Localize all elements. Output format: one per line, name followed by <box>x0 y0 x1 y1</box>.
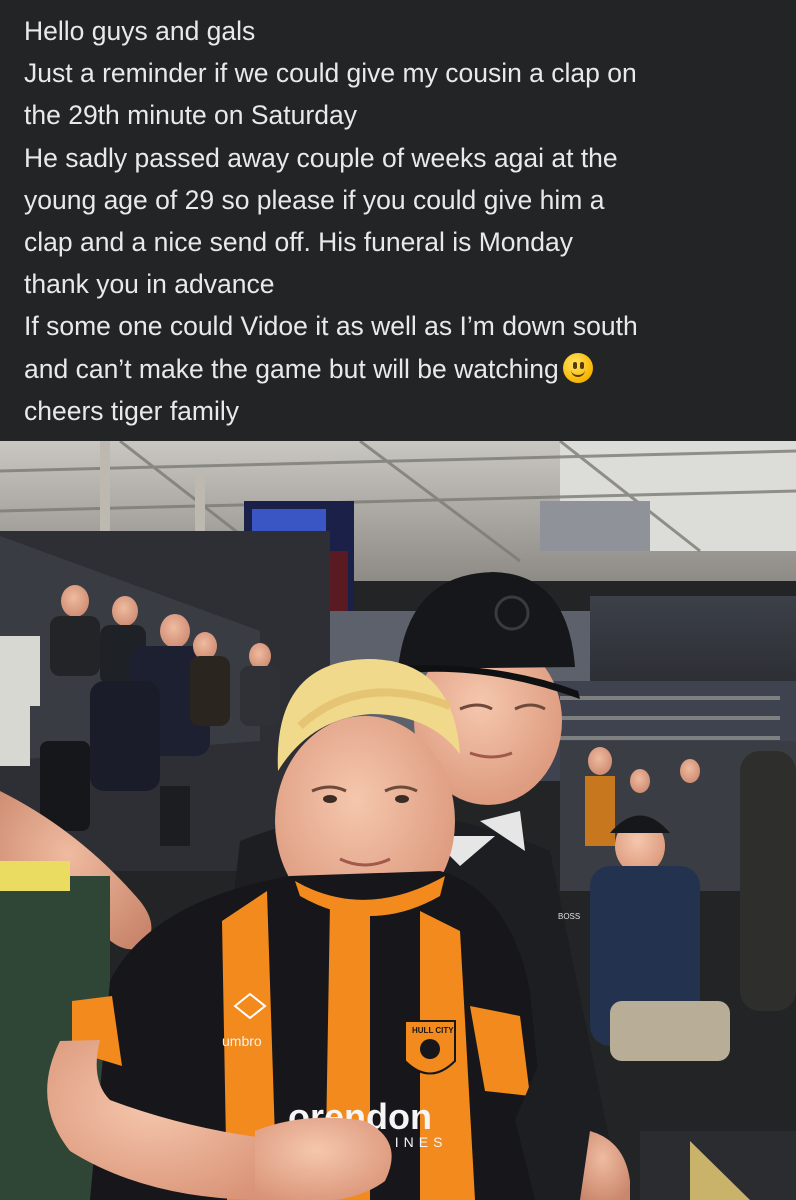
post-line: thank you in advance <box>24 269 275 300</box>
post-line: clap and a nice send off. His funeral is… <box>24 227 573 258</box>
post-line: Hello guys and gals <box>24 16 256 46</box>
stadium-photo: BOSS HULL CITY umbro orendon IRLINES <box>0 441 796 1200</box>
post-line: and can’t make the game but will be watc… <box>24 348 782 390</box>
post-line: cheers tiger family <box>24 395 240 426</box>
post-line: young age of 29 so please if you could g… <box>24 184 605 215</box>
club-badge-text: HULL CITY <box>412 1026 454 1035</box>
polo-brand-logo: BOSS <box>558 912 580 921</box>
smiling-face-icon <box>562 352 593 383</box>
post-text: Hello guys and gals Just a reminder if w… <box>0 0 796 441</box>
shirt-brand: umbro <box>222 1033 262 1049</box>
post-line: If some one could Vidoe it as well as I’… <box>24 311 638 342</box>
post-line: the 29th minute on Saturday <box>24 100 357 131</box>
post-line: Just a reminder if we could give my cous… <box>24 58 637 89</box>
post-line-text: and can’t make the game but will be watc… <box>24 353 559 384</box>
post-line: He sadly passed away couple of weeks aga… <box>24 142 618 173</box>
